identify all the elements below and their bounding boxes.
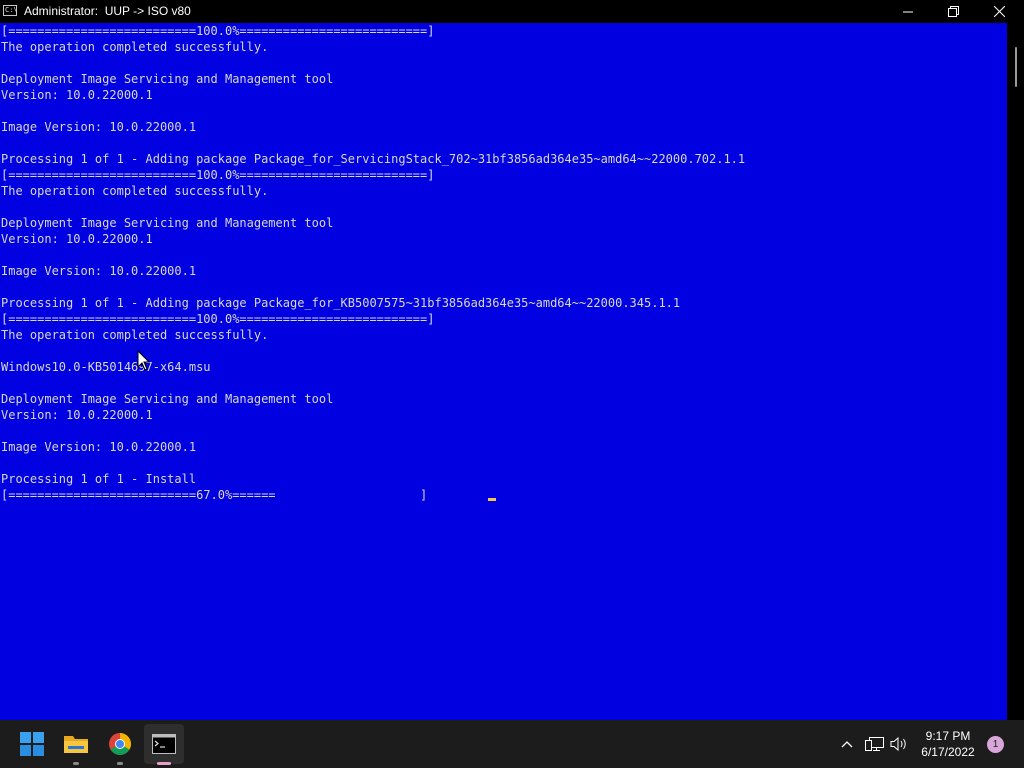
network-status-button[interactable] [864, 734, 886, 754]
console-line: Version: 10.0.22000.1 [1, 88, 153, 102]
console-line: Processing 1 of 1 - Install [1, 472, 197, 486]
minimize-button[interactable] [885, 0, 931, 23]
chevron-up-icon [841, 741, 853, 748]
console-line: Deployment Image Servicing and Managemen… [1, 72, 334, 86]
clock-time: 9:17 PM [925, 729, 971, 743]
windows-start-icon [20, 732, 44, 756]
taskbar-chrome[interactable] [100, 724, 140, 765]
console-line: Image Version: 10.0.22000.1 [1, 264, 197, 278]
close-icon [993, 6, 1005, 17]
console-line: Image Version: 10.0.22000.1 [1, 120, 197, 134]
console-line: The operation completed successfully. [1, 40, 269, 54]
show-hidden-icons-button[interactable] [836, 734, 858, 754]
console-line: Version: 10.0.22000.1 [1, 408, 153, 422]
console-line: [==========================67.0%====== ] [1, 488, 428, 502]
mouse-pointer-icon [137, 350, 151, 371]
close-button[interactable] [976, 0, 1022, 23]
console-line: The operation completed successfully. [1, 184, 269, 198]
console-line: Deployment Image Servicing and Managemen… [1, 392, 334, 406]
taskbar-clock[interactable]: 9:17 PM 6/17/2022 [916, 728, 980, 760]
console-line: [==========================100.0%=======… [1, 312, 435, 326]
console-output[interactable]: [==========================100.0%=======… [0, 23, 1007, 720]
clock-date: 6/17/2022 [921, 745, 975, 759]
notification-badge[interactable]: 1 [987, 736, 1004, 753]
console-line: The operation completed successfully. [1, 328, 269, 342]
start-button[interactable] [12, 724, 52, 764]
console-line: Processing 1 of 1 - Adding package Packa… [1, 152, 746, 166]
taskbar [0, 720, 1024, 768]
window-title: Administrator: UUP -> ISO v80 [24, 4, 191, 18]
running-indicator [73, 762, 79, 765]
console-line: Deployment Image Servicing and Managemen… [1, 216, 334, 230]
running-indicator [117, 762, 123, 765]
volume-button[interactable] [889, 734, 911, 754]
console-line: Processing 1 of 1 - Adding package Packa… [1, 296, 681, 310]
active-indicator [157, 762, 171, 765]
taskbar-command-prompt[interactable] [144, 724, 184, 765]
console-text: [==========================100.0%=======… [0, 23, 1007, 503]
console-line: [==========================100.0%=======… [1, 24, 435, 38]
text-cursor [488, 498, 496, 501]
volume-icon [890, 736, 906, 752]
file-explorer-icon [64, 736, 88, 753]
taskbar-file-explorer[interactable] [56, 724, 96, 765]
console-line: Version: 10.0.22000.1 [1, 232, 153, 246]
console-line: [==========================100.0%=======… [1, 168, 435, 182]
chrome-icon [109, 733, 131, 755]
vertical-scrollbar[interactable] [1007, 23, 1024, 720]
title-bar[interactable]: C:\ Administrator: UUP -> ISO v80 [0, 0, 1024, 23]
scrollbar-thumb[interactable] [1015, 47, 1017, 87]
console-line: Windows10.0-KB5014697-x64.msu [1, 360, 211, 374]
console-line: Image Version: 10.0.22000.1 [1, 440, 197, 454]
restore-icon [947, 6, 959, 17]
command-prompt-app-icon[interactable]: C:\ [3, 5, 18, 16]
network-icon [865, 737, 884, 751]
minimize-icon [903, 11, 913, 12]
command-prompt-icon [152, 734, 176, 754]
restore-button[interactable] [930, 0, 976, 23]
